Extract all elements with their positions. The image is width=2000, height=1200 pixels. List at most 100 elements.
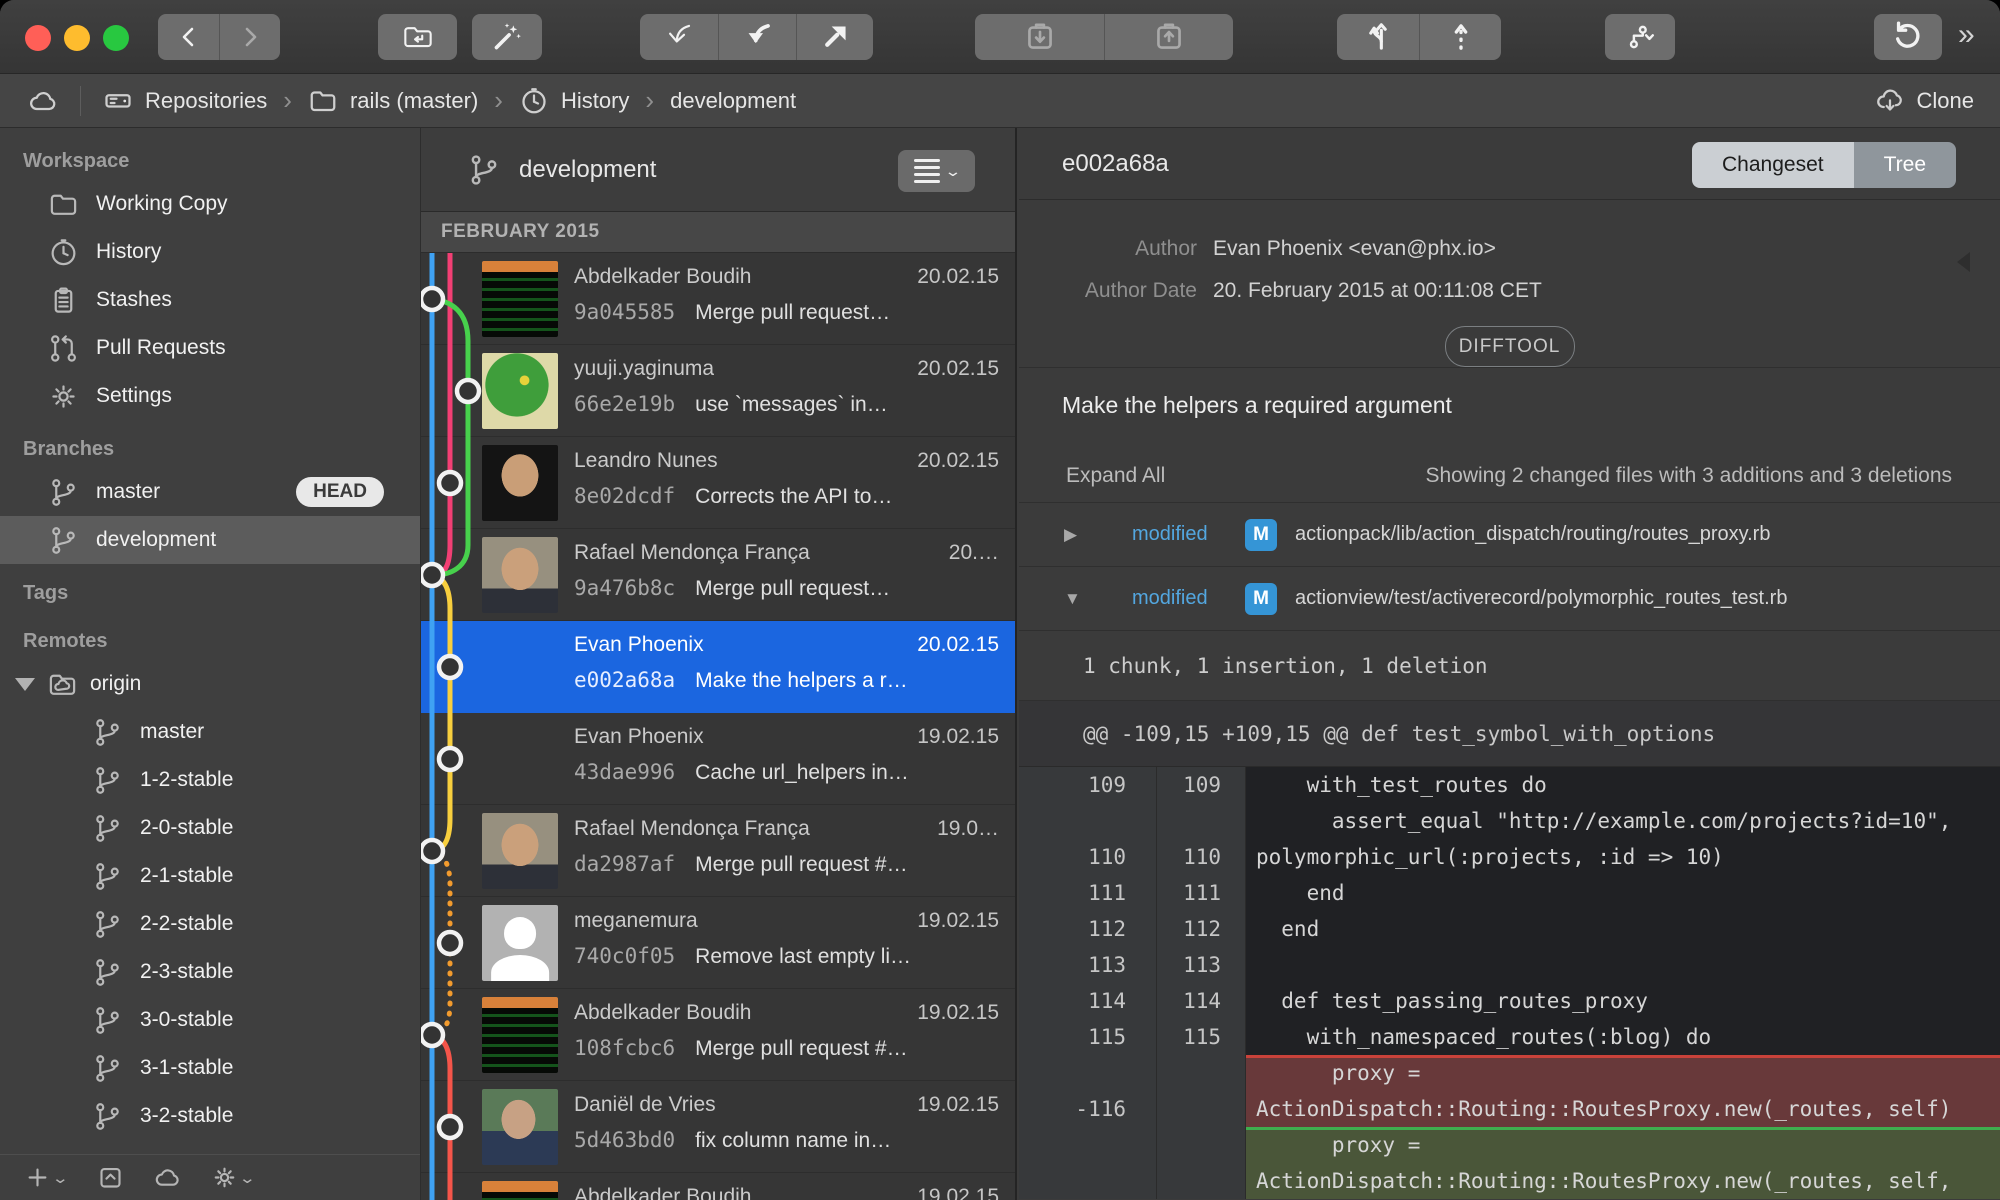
breadcrumb-item-label: History — [560, 87, 630, 113]
commit-author: Evan Phoenix — [574, 725, 704, 748]
branch-button[interactable] — [1337, 14, 1419, 60]
magic-wand-icon — [494, 23, 521, 50]
branch-icon — [52, 478, 75, 506]
branch-icon — [96, 1102, 119, 1130]
magic-wand-button[interactable] — [472, 14, 542, 60]
forward-button[interactable] — [219, 14, 280, 60]
breadcrumb: Repositories › rails (master) › History › deve… — [0, 74, 2000, 128]
close-button[interactable] — [25, 25, 51, 51]
sidebar-item-2-3-stable[interactable]: 2-3-stable — [0, 948, 420, 996]
breadcrumb-item-development[interactable]: development — [670, 88, 796, 114]
breadcrumb-item-rails-master-[interactable]: rails (master) — [308, 86, 478, 116]
commit-date: 20.02.15 — [917, 265, 999, 288]
git-flow-button[interactable] — [1605, 14, 1675, 60]
sidebar-item-master[interactable]: master HEAD — [0, 468, 420, 516]
commit-row[interactable]: Rafael Mendonça França 19.0… da2987af Merge… — [421, 805, 1015, 897]
back-chevron-icon — [182, 27, 193, 47]
commit-row[interactable]: Rafael Mendonça França 20.… 9a476b8c Merge … — [421, 529, 1015, 621]
diff-line-text: proxy = — [1246, 1055, 2000, 1091]
commit-date: 20.02.15 — [917, 357, 999, 380]
minimize-button[interactable] — [64, 25, 90, 51]
cloud-icon[interactable] — [28, 86, 58, 116]
sidebar-item-pull-requests[interactable]: Pull Requests — [0, 324, 420, 372]
author-value: Evan Phoenix <evan@phx.io> — [1213, 237, 1496, 260]
commit-author: Evan Phoenix — [574, 633, 704, 656]
detail-header: e002a68a Changeset Tree — [1019, 128, 2000, 200]
file-state: modified — [1132, 587, 1208, 609]
sidebar-item-3-0-stable[interactable]: 3-0-stable — [0, 996, 420, 1044]
zoom-button[interactable] — [103, 25, 129, 51]
changed-file-row[interactable]: ▼ modified Mactionview/test/activerecord/p… — [1019, 567, 2000, 631]
collapse-triangle-icon[interactable]: ▼ — [1064, 589, 1084, 609]
commit-row[interactable]: meganemura 19.02.15 740c0f05 Remove last em… — [421, 897, 1015, 989]
breadcrumb-separator: › — [283, 85, 292, 115]
author-date-row: Author Date 20. February 2015 at 00:11:0… — [1019, 270, 2000, 312]
gear-button[interactable]: ⌄ — [211, 1164, 256, 1191]
sidebar-item-master[interactable]: master — [0, 708, 420, 756]
expand-triangle-icon[interactable]: ▶ — [1064, 525, 1084, 545]
back-button[interactable] — [158, 14, 219, 60]
commit-row[interactable]: Leandro Nunes 20.02.15 8e02dcdf Corrects th… — [421, 437, 1015, 529]
sidebar-item-working-copy[interactable]: Working Copy — [0, 180, 420, 228]
cloud-button[interactable] — [154, 1164, 181, 1191]
forward-chevron-icon — [245, 27, 257, 47]
discard-button[interactable] — [640, 14, 718, 60]
changed-file-row[interactable]: ▶ modified Mactionpack/lib/action_dispatch… — [1019, 503, 2000, 567]
pull-button[interactable] — [975, 14, 1104, 60]
sidebar-item-history[interactable]: History — [0, 228, 420, 276]
sidebar-item-2-1-stable[interactable]: 2-1-stable — [0, 852, 420, 900]
sidebar-item-3-1-stable[interactable]: 3-1-stable — [0, 1044, 420, 1092]
toolbar-overflow-button[interactable]: » — [1958, 18, 1975, 52]
reset-button[interactable] — [718, 14, 796, 60]
sidebar-item-development[interactable]: development — [0, 516, 420, 564]
breadcrumb-separator: › — [494, 85, 503, 115]
continue-button[interactable] — [796, 14, 873, 60]
expand-all-button[interactable]: Expand All — [1066, 464, 1165, 488]
sidebar-item-1-2-stable[interactable]: 1-2-stable — [0, 756, 420, 804]
commit-avatar — [482, 905, 558, 981]
tab-tree[interactable]: Tree — [1853, 142, 1956, 188]
sidebar-item-2-2-stable[interactable]: 2-2-stable — [0, 900, 420, 948]
commit-row[interactable]: Daniël de Vries 19.02.15 5d463bd0 fix colum… — [421, 1081, 1015, 1173]
clock-icon — [522, 87, 546, 113]
chevron-down-icon: ⌄ — [944, 162, 962, 179]
list-view-options-button[interactable]: ⌄ — [898, 150, 975, 192]
chunk-summary: 1 chunk, 1 insertion, 1 deletion — [1019, 631, 2000, 701]
diff-line-text: ActionDispatch::Routing::RoutesProxy.new… — [1246, 1163, 2000, 1199]
commit-row[interactable]: Evan Phoenix 19.02.15 43dae996 Cache url_he… — [421, 713, 1015, 805]
commit-button[interactable] — [378, 14, 457, 60]
commit-date: 19.02.15 — [917, 1093, 999, 1116]
sidebar-item-origin[interactable]: origin — [0, 660, 420, 708]
breadcrumb-item-repositories[interactable]: Repositories — [103, 86, 267, 116]
commit-row[interactable]: yuuji.yaginuma 20.02.15 66e2e19b use `messa… — [421, 345, 1015, 437]
commit-list-pane: development ⌄ FEBRUARY 2015 Abdelkader B… — [421, 128, 1017, 1200]
sidebar-item-settings[interactable]: Settings — [0, 372, 420, 420]
sidebar-item-2-0-stable[interactable]: 2-0-stable — [0, 804, 420, 852]
file-path: actionview/test/activerecord/polymorphic… — [1295, 587, 1788, 609]
commit-row[interactable]: Abdelkader Boudih 19.02.15 — [421, 1173, 1015, 1200]
breadcrumb-item-history[interactable]: History — [519, 86, 629, 116]
sidebar-item-label: 2-2-stable — [140, 912, 234, 935]
refresh-button[interactable] — [1874, 14, 1942, 60]
clone-button[interactable]: Clone — [1875, 86, 1974, 116]
diff-line: 110 110 polymorphic_url(:projects, :id => … — [1019, 839, 2000, 875]
diff-line: 114 114 def test_passing_routes_proxy — [1019, 983, 2000, 1019]
pull-icon — [1027, 23, 1052, 49]
diff-line-text: ActionDispatch::Routing::RoutesProxy.new… — [1246, 1091, 2000, 1127]
commit-row[interactable]: Abdelkader Boudih 20.02.15 9a045585 Merge p… — [421, 253, 1015, 345]
disclosure-triangle-icon[interactable] — [15, 677, 35, 691]
commit-meta: Rafael Mendonça França 19.0… da2987af Merge… — [574, 817, 999, 877]
commit-row[interactable]: Abdelkader Boudih 19.02.15 108fcbc6 Merge p… — [421, 989, 1015, 1081]
add-button[interactable]: ⌄ — [24, 1164, 69, 1191]
export-button[interactable] — [97, 1164, 124, 1191]
merge-button[interactable] — [1419, 14, 1501, 60]
difftool-button[interactable]: DIFFTOOL — [1444, 326, 1575, 367]
new-line-number — [1157, 1163, 1246, 1199]
push-button[interactable] — [1104, 14, 1233, 60]
commit-avatar — [482, 721, 558, 797]
sidebar-item-stashes[interactable]: Stashes — [0, 276, 420, 324]
diff-line: proxy = — [1019, 1127, 2000, 1163]
tab-changeset[interactable]: Changeset — [1692, 142, 1854, 188]
commit-row[interactable]: Evan Phoenix 20.02.15 e002a68a Make the hel… — [421, 621, 1015, 713]
sidebar-item-3-2-stable[interactable]: 3-2-stable — [0, 1092, 420, 1140]
